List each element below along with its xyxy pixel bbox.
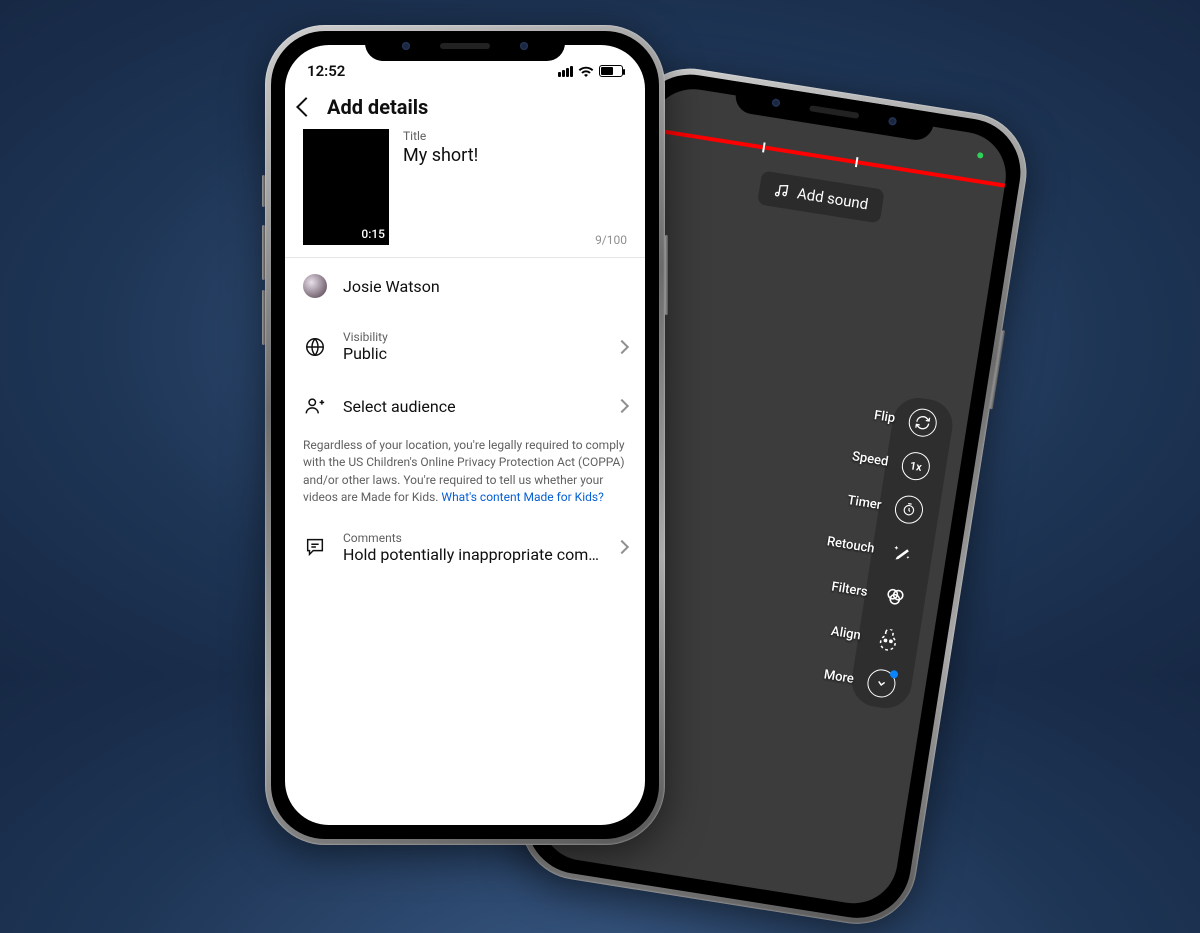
tool-timer[interactable]: Timer [885, 492, 933, 527]
comments-row[interactable]: Comments Hold potentially inappropriate … [285, 515, 645, 580]
tool-filters[interactable]: Filters [871, 579, 919, 614]
tool-align[interactable]: Align [864, 623, 912, 658]
chevron-right-icon [615, 339, 629, 353]
notification-dot [889, 670, 898, 679]
recording-progress-bar [649, 127, 1005, 187]
status-time: 12:52 [307, 62, 345, 80]
back-button[interactable] [296, 97, 316, 117]
audience-icon [304, 395, 326, 417]
speed-icon: 1x [900, 450, 932, 482]
title-char-count: 9/100 [595, 233, 627, 247]
author-row: Josie Watson [285, 258, 645, 314]
title-value: My short! [403, 145, 627, 166]
visibility-label: Visibility [343, 330, 601, 344]
comments-label: Comments [343, 531, 601, 545]
audience-label: Select audience [343, 397, 601, 416]
retouch-icon [886, 537, 918, 569]
filters-icon [879, 581, 911, 613]
tool-flip[interactable]: Flip [899, 405, 947, 440]
made-for-kids-link[interactable]: What's content Made for Kids? [441, 490, 603, 504]
audience-row[interactable]: Select audience [285, 379, 645, 433]
title-label: Title [403, 129, 627, 143]
chevron-down-icon [865, 667, 897, 699]
chevron-right-icon [615, 540, 629, 554]
title-field[interactable]: Title My short! [403, 129, 627, 245]
wifi-icon [578, 65, 594, 77]
page-title: Add details [327, 95, 428, 119]
tool-retouch[interactable]: Retouch [878, 536, 926, 571]
video-duration: 0:15 [361, 227, 385, 241]
visibility-value: Public [343, 344, 601, 363]
add-sound-button[interactable]: Add sound [757, 171, 885, 224]
chevron-right-icon [615, 399, 629, 413]
comments-icon [304, 536, 326, 558]
avatar [303, 274, 327, 298]
recording-indicator-dot [977, 152, 984, 159]
tool-speed[interactable]: Speed 1x [892, 449, 940, 484]
visibility-row[interactable]: Visibility Public [285, 314, 645, 379]
author-name: Josie Watson [343, 277, 627, 296]
flip-icon [907, 407, 939, 439]
timer-icon [893, 494, 925, 526]
globe-icon [304, 336, 326, 358]
battery-icon [599, 65, 623, 77]
comments-value: Hold potentially inappropriate com… [343, 545, 601, 564]
tool-more[interactable]: More [858, 666, 906, 701]
legal-notice: Regardless of your location, you're lega… [285, 433, 645, 515]
music-note-icon [772, 182, 790, 200]
camera-toolbar: Flip Speed 1x Timer [848, 394, 956, 712]
cellular-icon [558, 66, 573, 77]
video-thumbnail[interactable]: 0:15 [303, 129, 389, 245]
phone-add-details: 12:52 Add details 0:15 [265, 25, 665, 845]
add-sound-label: Add sound [796, 184, 870, 213]
align-icon [872, 624, 904, 656]
